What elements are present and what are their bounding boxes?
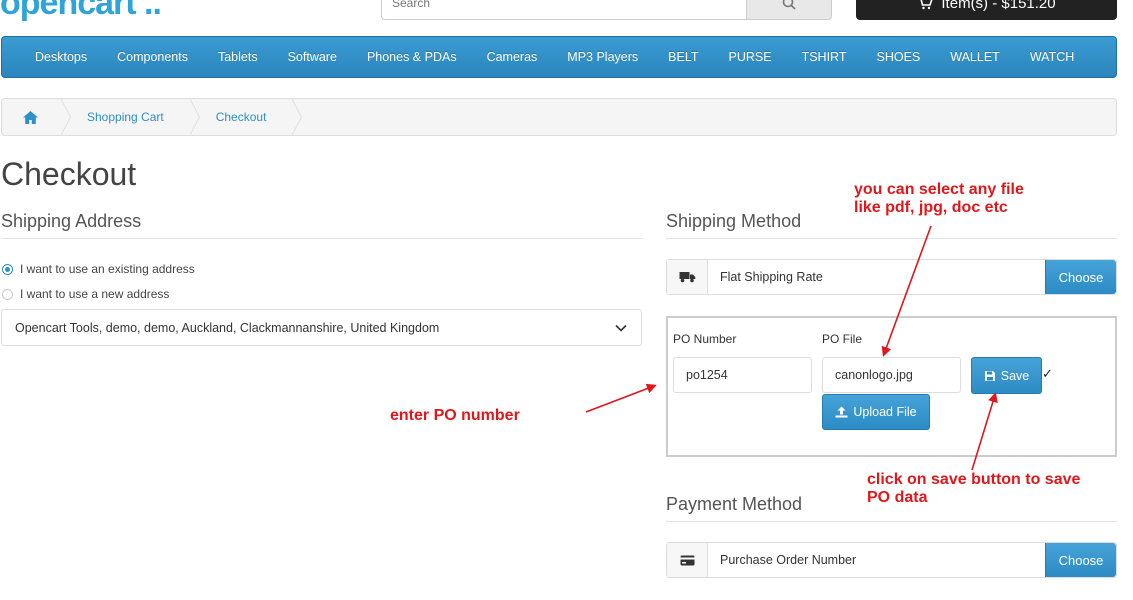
address-select[interactable]: Opencart Tools, demo, demo, Auckland, Cl… (1, 309, 642, 346)
payment-method-row: Purchase Order Number Choose (666, 542, 1117, 578)
payment-method-title: Payment Method (666, 494, 803, 514)
menu-item-shoes[interactable]: SHOES (862, 50, 936, 64)
search-input[interactable] (381, 0, 747, 20)
radio-new-address[interactable]: I want to use a new address (2, 287, 169, 301)
annotation-arrows (585, 225, 998, 471)
menu-item-cameras[interactable]: Cameras (472, 50, 553, 64)
breadcrumb: Shopping Cart Checkout (1, 98, 1117, 136)
radio-existing-label: I want to use an existing address (20, 262, 195, 276)
save-annotation-line2: PO data (867, 489, 928, 506)
logo-dots: .. (144, 0, 162, 22)
menu-item-tshirt[interactable]: TSHIRT (787, 50, 862, 64)
search-button[interactable] (746, 0, 832, 20)
save-button[interactable]: Save (971, 357, 1042, 394)
home-icon (23, 110, 38, 124)
menu-item-purse[interactable]: PURSE (714, 50, 787, 64)
payment-method-divider (666, 521, 1117, 522)
breadcrumb-home[interactable] (2, 98, 71, 136)
address-select-value: Opencart Tools, demo, demo, Auckland, Cl… (15, 320, 440, 335)
radio-new-indicator[interactable] (2, 288, 13, 300)
save-icon (984, 370, 995, 381)
store-logo[interactable]: opencart .. (0, 0, 162, 23)
cart-icon (920, 0, 933, 10)
arrow-to-po-number (585, 383, 657, 413)
po-number-input[interactable]: po1254 (673, 357, 812, 393)
shipping-method-title: Shipping Method (666, 211, 802, 231)
po-file-input[interactable]: canonlogo.jpg (822, 357, 961, 393)
upload-icon (835, 406, 848, 418)
radio-existing-indicator[interactable] (2, 263, 13, 275)
file-annotation-line2: like pdf, jpg, doc etc (854, 199, 1008, 216)
page-title: Checkout (1, 156, 137, 192)
save-annotation: click on save button to save PO data (867, 471, 1080, 507)
upload-file-button[interactable]: Upload File (822, 394, 930, 430)
shipping-method-value: Flat Shipping Rate (720, 270, 823, 284)
save-annotation-line1: click on save button to save (867, 471, 1081, 488)
shipping-method-divider (666, 238, 1117, 239)
po-number-label: PO Number (673, 332, 737, 346)
radio-existing-address[interactable]: I want to use an existing address (2, 262, 195, 276)
radio-new-label: I want to use a new address (20, 287, 170, 301)
shipping-address-divider (1, 238, 643, 239)
save-label: Save (1000, 368, 1030, 383)
shipping-address-title: Shipping Address (1, 211, 142, 231)
menu-item-desktops[interactable]: Desktops (20, 50, 102, 64)
cart-total: Item(s) - $151.20 (941, 0, 1056, 12)
payment-method-value: Purchase Order Number (720, 553, 857, 567)
po-annotation: enter PO number (390, 407, 520, 424)
saved-check-icon: ✓ (1042, 366, 1053, 381)
breadcrumb-checkout[interactable]: Checkout (190, 98, 303, 136)
menu-item-mp3[interactable]: MP3 Players (552, 50, 653, 64)
main-menu: Desktops Components Tablets Software Pho… (1, 36, 1117, 78)
menu-item-wallet[interactable]: WALLET (935, 50, 1015, 64)
menu-item-tablets[interactable]: Tablets (203, 50, 273, 64)
breadcrumb-shopping-cart[interactable]: Shopping Cart (61, 98, 200, 136)
upload-label: Upload File (853, 405, 917, 419)
shipping-method-row: Flat Shipping Rate Choose (666, 259, 1117, 295)
logo-text: opencart (0, 0, 137, 22)
menu-item-software[interactable]: Software (273, 50, 352, 64)
po-file-label: PO File (822, 332, 863, 346)
shipping-choose-button[interactable]: Choose (1045, 260, 1116, 294)
chevron-down-icon (615, 324, 627, 332)
truck-icon (667, 260, 708, 294)
file-annotation-line1: you can select any file (854, 181, 1024, 198)
payment-choose-button[interactable]: Choose (1045, 543, 1116, 577)
menu-item-watch[interactable]: WATCH (1015, 50, 1089, 64)
cart-button[interactable]: Item(s) - $151.20 (856, 0, 1117, 20)
file-annotation: you can select any file like pdf, jpg, d… (854, 181, 1024, 217)
menu-item-belt[interactable]: BELT (653, 50, 713, 64)
credit-card-icon (667, 543, 708, 577)
menu-item-phones[interactable]: Phones & PDAs (352, 50, 472, 64)
menu-item-components[interactable]: Components (102, 50, 203, 64)
search-icon (782, 0, 796, 10)
